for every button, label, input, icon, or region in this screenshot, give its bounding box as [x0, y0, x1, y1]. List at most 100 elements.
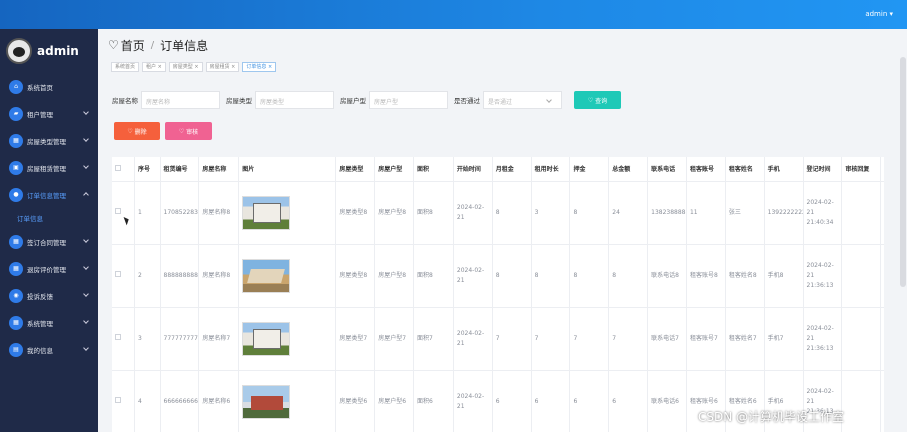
cell-start: 2024-02-21 — [453, 307, 493, 371]
select-all-checkbox[interactable] — [115, 164, 121, 171]
approval-select[interactable]: 是否通过 — [483, 91, 562, 109]
sidebar-item-1[interactable]: ▰ 租户管理 — [0, 100, 98, 127]
brand: admin — [0, 29, 98, 73]
sidebar-item-8[interactable]: ▦ 系统管理 — [0, 309, 98, 336]
house-photo[interactable] — [242, 195, 291, 230]
cell-type: 房屋类型7 — [335, 307, 376, 371]
breadcrumb-separator: / — [150, 39, 155, 51]
sidebar-item-6[interactable]: ▦ 退房评价管理 — [0, 255, 98, 282]
cell-idx: 4 — [134, 370, 161, 432]
breadcrumb-home[interactable]: 首页 — [121, 37, 145, 54]
cell-reply — [841, 370, 882, 432]
column-header: 房屋户型 — [374, 157, 415, 182]
cell-total: 8 — [608, 244, 649, 308]
cell-layout: 房屋户型7 — [374, 307, 415, 371]
status-cell — [880, 307, 884, 371]
status-cell — [880, 370, 884, 432]
cell-total: 7 — [608, 307, 649, 371]
cell-total: 24 — [608, 181, 649, 245]
cell-rent: 8 — [492, 244, 532, 308]
sidebar-item-0[interactable]: ⌂ 系统首页 — [0, 73, 98, 100]
cell-tenant: 租客姓名8 — [725, 244, 765, 308]
cell-mobile: 手机8 — [764, 244, 804, 308]
house-icon: ▣ — [9, 160, 23, 175]
chevron-icon — [83, 136, 89, 142]
column-header: 租用时长 — [531, 157, 571, 182]
search-bar: 房屋名称 房屋名称 房屋类型 房屋类型 房屋户型 房屋户型 是否通过 是否通过 ♡ 查询 — [112, 91, 621, 109]
cell-tenant: 租客姓名7 — [725, 307, 765, 371]
row-checkbox[interactable] — [115, 270, 121, 277]
table-row[interactable]: 11708522834044房屋名称8房屋类型8房屋户型8面积82024-02-… — [112, 181, 884, 245]
sidebar-item-5[interactable]: ▦ 签订合同管理 — [0, 228, 98, 255]
cell-phone: 联系电话8 — [647, 244, 687, 308]
location-icon: ◉ — [9, 288, 23, 303]
chevron-icon — [83, 192, 89, 198]
sidebar-item-7[interactable]: ◉ 投诉反馈 — [0, 282, 98, 309]
cell-tenant: 张三 — [725, 181, 765, 245]
sidebar-item-label: 退房评价管理 — [27, 265, 66, 274]
delete-button[interactable]: ♡ 删除 — [114, 122, 160, 140]
table-body: 11708522834044房屋名称8房屋类型8房屋户型8面积82024-02-… — [112, 181, 884, 432]
tab-4[interactable]: 订单信息 × — [242, 62, 277, 72]
home-icon: ⌂ — [9, 79, 23, 94]
audit-button[interactable]: ♡ 审核 — [165, 122, 212, 140]
house-photo[interactable] — [242, 258, 291, 293]
cell-code: 8888888888 — [160, 244, 200, 308]
cell-layout: 房屋户型8 — [374, 244, 415, 308]
table-row[interactable]: 2 8888888888 房屋名称8 房屋类型8 房屋户型8 面积8 2024-02-21 8… — [112, 244, 884, 308]
cell-reply — [841, 244, 882, 308]
sidebar-item-4[interactable]: ● 订单信息管理 — [0, 181, 98, 208]
cell-name: 房屋名称8 — [198, 181, 240, 245]
sidebar-item-label: 投诉反馈 — [27, 292, 53, 301]
cell-deposit: 8 — [569, 244, 610, 308]
row-checkbox-cell — [112, 370, 135, 432]
query-button[interactable]: ♡ 查询 — [574, 91, 621, 109]
column-header: 序号 — [134, 157, 161, 182]
image-cell — [238, 370, 337, 432]
cell-name: 房屋名称8 — [198, 244, 240, 308]
cell-dur: 7 — [531, 307, 571, 371]
search-input[interactable]: 房屋户型 — [369, 91, 448, 109]
cell-total: 6 — [608, 370, 649, 432]
grid-icon: ▦ — [9, 133, 23, 148]
cell-start: 2024-02-21 — [453, 370, 493, 432]
row-checkbox[interactable] — [115, 207, 121, 214]
sidebar-menu: ⌂ 系统首页 ▰ 租户管理 ▦ 房屋类型管理 ▣ 房屋租赁管理 ● 订单信息管理 订单信息 ▦ 签订合同… — [0, 73, 98, 363]
cell-area: 面积8 — [413, 244, 454, 308]
cell-phone: 13823888888 — [647, 181, 687, 245]
delete-label: 删除 — [134, 128, 147, 136]
search-input[interactable]: 房屋类型 — [255, 91, 334, 109]
house-photo[interactable] — [242, 384, 291, 419]
column-header: 审核回复 — [841, 157, 882, 182]
sidebar: admin ⌂ 系统首页 ▰ 租户管理 ▦ 房屋类型管理 ▣ 房屋租赁管理 ● 订单信息管理 订单信… — [0, 29, 98, 432]
column-header: 月租金 — [492, 157, 532, 182]
column-header: 租客姓名 — [725, 157, 765, 182]
cell-name: 房屋名称7 — [198, 307, 240, 371]
sidebar-item-3[interactable]: ▣ 房屋租赁管理 — [0, 154, 98, 181]
tab-bar: 系统首页 租户 × 房屋类型 × 房屋租赁 × 订单信息 × — [111, 62, 277, 72]
row-checkbox[interactable] — [115, 333, 121, 340]
row-checkbox[interactable] — [115, 396, 121, 403]
sidebar-subitem-order-info[interactable]: 订单信息 — [0, 208, 98, 228]
tab-2[interactable]: 房屋类型 × — [168, 62, 203, 72]
cell-area: 面积7 — [413, 307, 454, 371]
sidebar-item-9[interactable]: ▤ 我的信息 — [0, 336, 98, 363]
table-row[interactable]: 3 7777777777 房屋名称7 房屋类型7 房屋户型7 面积7 2024-02-21 7… — [112, 307, 884, 371]
column-header: 联系电话 — [647, 157, 687, 182]
search-label: 房屋名称 — [112, 97, 138, 105]
grid-icon: ▦ — [9, 315, 23, 330]
tab-0[interactable]: 系统首页 — [111, 62, 140, 72]
row-checkbox-cell — [112, 307, 135, 371]
scrollbar[interactable] — [900, 57, 906, 287]
house-photo[interactable] — [242, 321, 291, 356]
chevron-icon — [83, 163, 89, 169]
grid-icon: ▦ — [9, 261, 23, 276]
search-input[interactable]: 房屋名称 — [141, 91, 220, 109]
column-header: 租赁编号 — [160, 157, 200, 182]
tab-3[interactable]: 房屋租赁 × — [205, 62, 240, 72]
search-label: 房屋户型 — [340, 97, 366, 105]
user-menu[interactable]: admin ▾ — [865, 10, 893, 18]
sidebar-item-2[interactable]: ▦ 房屋类型管理 — [0, 127, 98, 154]
tab-1[interactable]: 租户 × — [142, 62, 166, 72]
cell-phone: 联系电话6 — [647, 370, 687, 432]
